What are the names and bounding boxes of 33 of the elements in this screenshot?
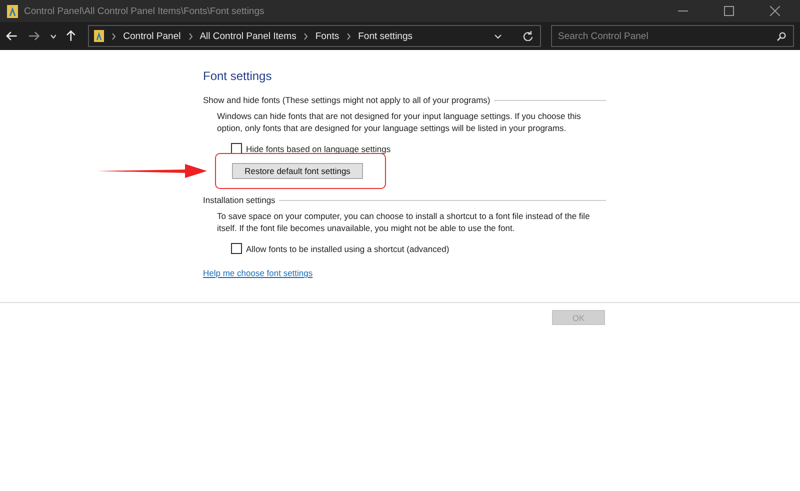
folder-icon: [94, 30, 104, 42]
breadcrumb-item[interactable]: Font settings: [358, 30, 412, 42]
breadcrumb-item[interactable]: Control Panel: [123, 30, 181, 42]
window-title: Control Panel\All Control Panel Items\Fonts\Font settings: [24, 6, 264, 16]
chevron-down-icon[interactable]: [50, 34, 56, 38]
folder-icon: [7, 4, 18, 18]
help-link[interactable]: Help me choose font settings: [203, 268, 313, 278]
search-field[interactable]: Search Control Panel: [551, 25, 794, 47]
back-arrow-icon[interactable]: [6, 31, 18, 41]
refresh-icon[interactable]: [523, 31, 533, 41]
chevron-right-icon: [304, 32, 308, 40]
maximize-icon[interactable]: [724, 6, 734, 16]
address-bar[interactable]: Control Panel All Control Panel Items Fonts Font settings: [88, 25, 541, 47]
search-icon[interactable]: [777, 32, 786, 41]
section-heading: Installation settings: [203, 195, 276, 205]
description-text: To save space on your computer, you can choose to install a shortcut to a font file instead of the file itself. If the font file becomes unavailable, you might not be able to use the font.: [217, 210, 591, 234]
checkbox-label: Allow fonts to be installed using a shortcut (advanced): [246, 244, 450, 254]
chevron-right-icon: [112, 32, 116, 40]
breadcrumb-item[interactable]: All Control Panel Items: [200, 30, 296, 42]
close-icon[interactable]: [770, 6, 780, 16]
description-text: Windows can hide fonts that are not designed for your input language settings. If you choose this option, only fonts that are designed for your language settings will be listed in your programs.: [217, 110, 582, 134]
checkbox[interactable]: [231, 143, 242, 154]
restore-defaults-button[interactable]: Restore default font settings: [232, 163, 363, 179]
checkbox-label: Hide fonts based on language settings: [246, 144, 391, 154]
section-heading: Show and hide fonts (These settings might not apply to all of your programs): [203, 95, 490, 105]
page-title: Font settings: [203, 69, 273, 83]
checkbox[interactable]: [231, 243, 242, 254]
forward-arrow-icon[interactable]: [28, 31, 40, 41]
chevron-right-icon: [347, 32, 352, 40]
chevron-down-icon[interactable]: [494, 34, 502, 38]
breadcrumb-item[interactable]: Fonts: [315, 30, 340, 42]
chevron-right-icon: [188, 32, 193, 40]
up-arrow-icon[interactable]: [66, 30, 76, 42]
